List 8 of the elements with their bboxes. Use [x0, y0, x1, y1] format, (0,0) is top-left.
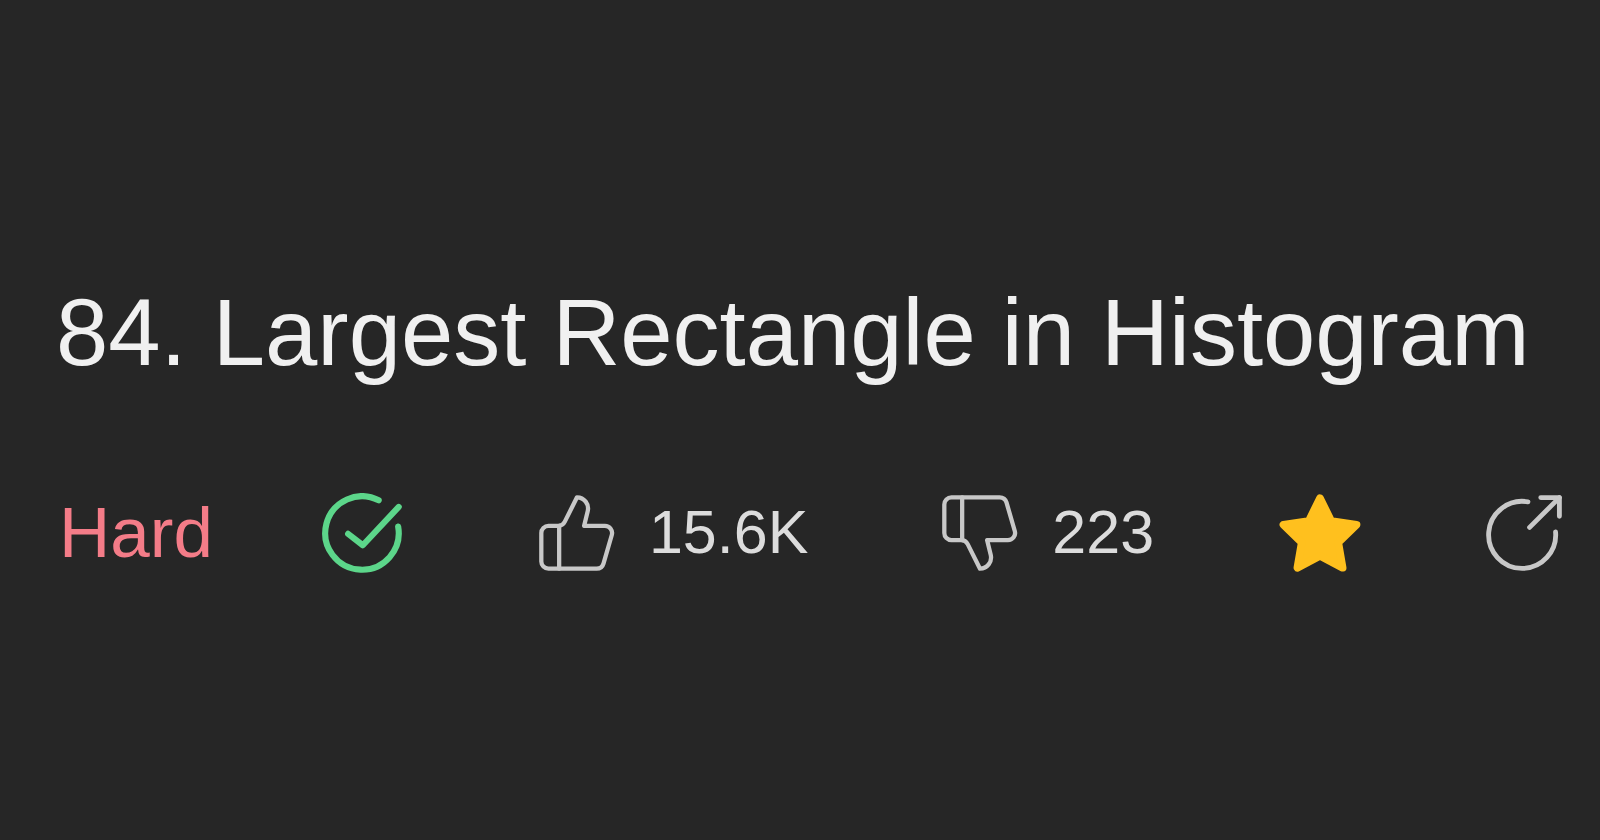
like-button[interactable]: 15.6K [538, 494, 809, 571]
problem-title: 84. Largest Rectangle in Histogram [56, 279, 1530, 387]
thumbs-up-icon [538, 494, 615, 571]
dislike-button[interactable]: 223 [942, 494, 1155, 571]
share-icon[interactable] [1486, 494, 1563, 571]
star-icon[interactable] [1279, 493, 1362, 572]
difficulty-label: Hard [59, 492, 213, 575]
thumbs-down-icon [942, 494, 1019, 571]
